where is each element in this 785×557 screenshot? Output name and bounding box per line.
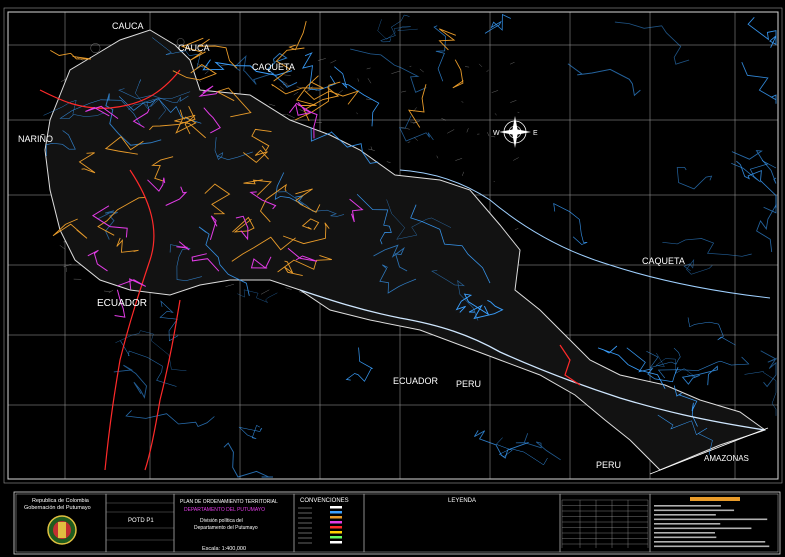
tb-subtitle: División política del [200,518,243,524]
label-peru-1: PERU [456,379,481,389]
map-sheet: W E CAUCA CAUCA CAQUETA NARIÑO ECUADOR E… [0,0,785,557]
label-ecuador-2: ECUADOR [393,376,439,386]
label-cauca-1: CAUCA [112,21,144,31]
tb-republic: Republica de Colombia [32,498,90,504]
tb-subtitle2: Departamento del Putumayo [194,525,258,531]
tb-department: DEPARTAMENTO DEL PUTUMAYO [184,507,265,513]
tb-plan-title: PLAN DE ORDENAMIENTO TERRITORIAL [180,499,278,505]
tb-project-code: POTD P1 [128,518,154,524]
tb-scale: Escala: 1:400,000 [202,546,246,552]
department-seal-icon [47,515,77,545]
tb-government: Gobernación del Putumayo [24,505,91,511]
label-narino: NARIÑO [18,134,53,144]
tb-legend-title: LEYENDA [448,498,476,504]
label-caqueta-2: CAQUETA [642,256,685,266]
tb-conventions-title: CONVENCIONES [300,498,349,504]
label-cauca-2: CAUCA [178,43,210,53]
label-peru-2: PERU [596,460,621,470]
title-block: Republica de Colombia Gobernación del Pu… [13,491,781,555]
svg-text:E: E [533,130,538,137]
label-amazonas: AMAZONAS [704,454,749,463]
label-caqueta-1: CAQUETA [252,62,295,72]
svg-text:W: W [493,130,500,137]
label-ecuador-1: ECUADOR [97,298,147,309]
